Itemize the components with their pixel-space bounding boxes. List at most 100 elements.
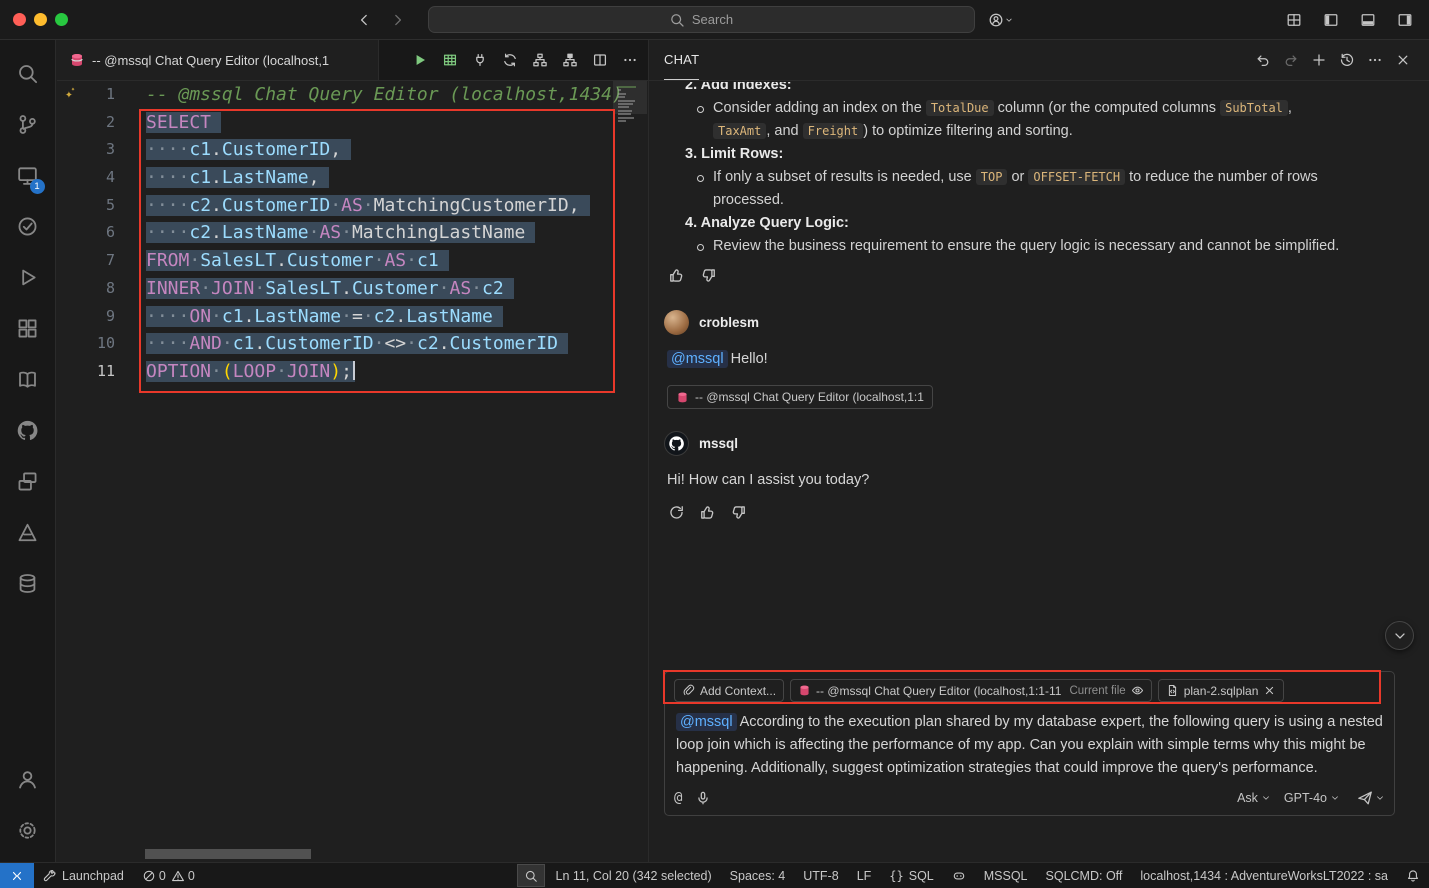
run-query[interactable]	[408, 48, 432, 72]
chat-conversation[interactable]: 2. Add Indexes:Consider adding an index …	[649, 82, 1429, 666]
participant-chip[interactable]: @mssql	[667, 350, 728, 368]
connect[interactable]	[468, 48, 492, 72]
model-picker[interactable]: GPT-4o	[1280, 789, 1344, 807]
file-code-icon	[1166, 684, 1179, 697]
horizontal-scrollbar[interactable]	[145, 849, 311, 859]
close-chat[interactable]	[1392, 49, 1414, 71]
settings[interactable]	[4, 805, 52, 856]
code-line[interactable]: 11OPTION·(LOOP·JOIN);	[57, 358, 648, 386]
thumbs-down-button[interactable]	[700, 267, 717, 288]
context-pills: Add Context... -- @mssql Chat Query Edito…	[674, 679, 1385, 702]
encoding[interactable]: UTF-8	[794, 863, 847, 888]
enable-actual-plan[interactable]	[558, 48, 582, 72]
source-control[interactable]	[4, 99, 52, 150]
language-mode[interactable]: {}SQL	[880, 863, 942, 888]
microphone-button[interactable]	[695, 790, 711, 806]
notifications[interactable]	[1397, 863, 1429, 888]
send-button[interactable]	[1357, 790, 1385, 806]
close-window[interactable]	[13, 13, 26, 26]
mssql-extension[interactable]: MSSQL	[975, 863, 1037, 888]
code-line[interactable]: 4····c1.LastName,	[57, 164, 648, 192]
copilot-account-menu[interactable]	[989, 8, 1013, 32]
copilot-status[interactable]	[943, 863, 975, 888]
add-context-button[interactable]: Add Context...	[674, 679, 784, 702]
remote-explorer[interactable]: 1	[4, 150, 52, 201]
extensions[interactable]	[4, 303, 52, 354]
go-forward[interactable]	[386, 8, 410, 32]
more-chat-actions[interactable]	[1364, 49, 1386, 71]
code-line[interactable]: 2SELECT	[57, 109, 648, 137]
connection[interactable]: localhost,1434 : AdventureWorksLT2022 : …	[1131, 863, 1397, 888]
launchpad[interactable]: Launchpad	[34, 863, 133, 888]
accounts[interactable]	[4, 754, 52, 805]
code-line[interactable]: 10····AND·c1.CustomerID·<>·c2.CustomerID	[57, 330, 648, 358]
customize-layout[interactable]	[1282, 8, 1306, 32]
thumb-icon	[699, 504, 716, 521]
github[interactable]	[4, 405, 52, 456]
chat-panel-title[interactable]: CHAT	[664, 40, 699, 80]
undo-request[interactable]	[1252, 49, 1274, 71]
toggle-panel[interactable]	[1356, 8, 1380, 32]
problems[interactable]: 00	[133, 863, 204, 888]
eol[interactable]: LF	[848, 863, 881, 888]
estimated-plan[interactable]	[528, 48, 552, 72]
code-line[interactable]: 6····c2.LastName·AS·MatchingLastName	[57, 219, 648, 247]
remote-targets[interactable]	[4, 456, 52, 507]
code-line[interactable]: 5····c2.CustomerID·AS·MatchingCustomerID…	[57, 192, 648, 220]
sqlcmd[interactable]: SQLCMD: Off	[1037, 863, 1132, 888]
documentation[interactable]	[4, 354, 52, 405]
copilot-sparkle-icon[interactable]: ✦	[65, 87, 77, 102]
toggle-secondary-sidebar[interactable]	[1393, 8, 1417, 32]
eye-icon[interactable]	[1131, 684, 1144, 697]
editor-tab[interactable]: -- @mssql Chat Query Editor (localhost,1	[57, 40, 379, 80]
cursor-position[interactable]: Ln 11, Col 20 (342 selected)	[547, 863, 721, 888]
editor[interactable]: ✦ 1-- @mssql Chat Query Editor (localhos…	[57, 81, 648, 862]
split-editor[interactable]	[588, 48, 612, 72]
code-line[interactable]: 9····ON·c1.LastName·=·c2.LastName	[57, 303, 648, 331]
rerun-button[interactable]	[668, 504, 685, 525]
context-plan-file[interactable]: plan-2.sqlplan	[1158, 679, 1285, 702]
show-history[interactable]	[1336, 49, 1358, 71]
code-line[interactable]: 1-- @mssql Chat Query Editor (localhost,…	[57, 81, 648, 109]
plug-icon	[472, 52, 488, 68]
go-back[interactable]	[352, 8, 376, 32]
editor-actions	[408, 40, 648, 80]
indentation[interactable]: Spaces: 4	[721, 863, 795, 888]
message-attachment-pill[interactable]: -- @mssql Chat Query Editor (localhost,1…	[667, 385, 933, 409]
command-center-search[interactable]: Search	[428, 6, 975, 33]
redo-request[interactable]	[1280, 49, 1302, 71]
close-icon	[1395, 52, 1411, 68]
open-results[interactable]	[438, 48, 462, 72]
gear-icon	[16, 819, 39, 842]
toggle-primary-sidebar[interactable]	[1319, 8, 1343, 32]
remote-indicator[interactable]	[0, 863, 34, 888]
thumbs-up-button[interactable]	[668, 267, 685, 288]
azure[interactable]	[4, 507, 52, 558]
more-editor-actions[interactable]	[618, 48, 642, 72]
code-line[interactable]: 8INNER·JOIN·SalesLT.Customer·AS·c2	[57, 275, 648, 303]
code-line[interactable]: 7FROM·SalesLT.Customer·AS·c1	[57, 247, 648, 275]
remote-icon	[10, 869, 24, 883]
line-number: 8	[57, 275, 115, 303]
line-number: 3	[57, 136, 115, 164]
run-and-debug[interactable]	[4, 252, 52, 303]
new-chat[interactable]	[1308, 49, 1330, 71]
testing[interactable]	[4, 201, 52, 252]
chat-input-text[interactable]: @mssqlAccording to the execution plan sh…	[676, 711, 1383, 780]
close-icon[interactable]	[1263, 684, 1276, 697]
code-line[interactable]: 3····c1.CustomerID,	[57, 136, 648, 164]
zoom-window[interactable]	[55, 13, 68, 26]
change-connection[interactable]	[498, 48, 522, 72]
database-projects[interactable]	[4, 558, 52, 609]
minimap[interactable]	[618, 86, 640, 123]
split-icon	[592, 52, 608, 68]
context-current-file[interactable]: -- @mssql Chat Query Editor (localhost,1…	[790, 679, 1152, 702]
mention-button[interactable]: @	[674, 790, 682, 806]
minimize-window[interactable]	[34, 13, 47, 26]
chat-mode-picker[interactable]: Ask	[1233, 789, 1275, 807]
thumbs-up-button[interactable]	[699, 504, 716, 525]
search[interactable]	[4, 48, 52, 99]
zoom-indicator[interactable]	[517, 864, 545, 887]
thumbs-down-button[interactable]	[730, 504, 747, 525]
scroll-to-bottom-button[interactable]	[1385, 621, 1414, 650]
